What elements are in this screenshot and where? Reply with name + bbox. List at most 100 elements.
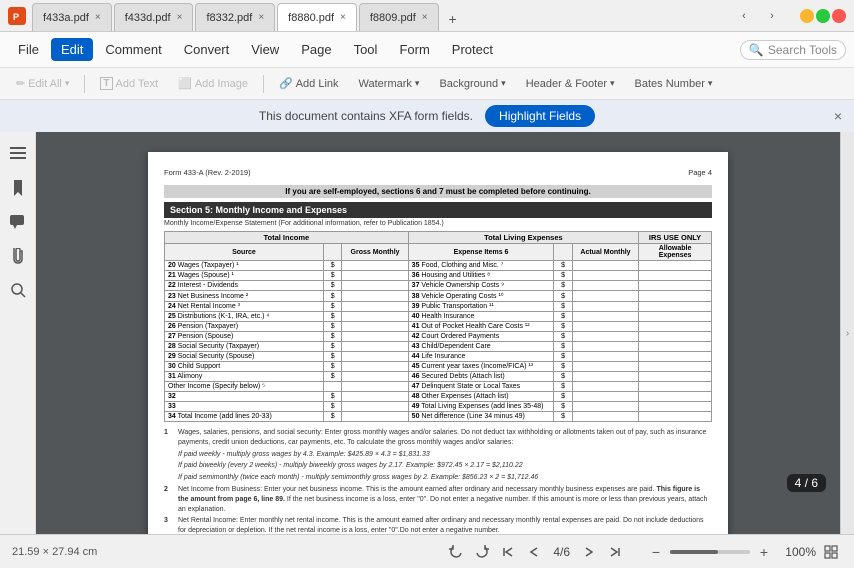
header-footer-chevron: ▾ bbox=[610, 78, 615, 89]
table-row: 30 Child Support$45 Current year taxes (… bbox=[165, 362, 712, 372]
menu-comment[interactable]: Comment bbox=[95, 38, 171, 61]
watermark-button[interactable]: Watermark ▾ bbox=[351, 75, 428, 93]
table-row: 33$49 Total Living Expenses (add lines 3… bbox=[165, 402, 712, 412]
rotate-right-button[interactable] bbox=[471, 541, 493, 563]
footnote-1c: If paid semimonthly (twice each month) -… bbox=[164, 473, 712, 483]
notification-message: This document contains XFA form fields. bbox=[259, 109, 473, 123]
footnote-2: 2 Net Income from Business: Enter your n… bbox=[164, 485, 712, 514]
zoom-out-button[interactable]: − bbox=[646, 542, 666, 562]
notification-bar: This document contains XFA form fields. … bbox=[0, 100, 854, 132]
gross-monthly-col-header: Gross Monthly bbox=[342, 244, 408, 261]
svg-text:P: P bbox=[13, 12, 19, 22]
page-nav: 4/6 bbox=[445, 541, 626, 563]
zoom-slider[interactable] bbox=[670, 550, 750, 554]
doc-page: Form 433-A (Rev. 2-2019) Page 4 If you a… bbox=[148, 152, 728, 534]
title-bar: P f433a.pdf × f433d.pdf × f8332.pdf × f8… bbox=[0, 0, 854, 32]
menu-protect[interactable]: Protect bbox=[442, 38, 503, 61]
table-row: Other Income (Specify below) ⁵47 Delinqu… bbox=[165, 382, 712, 392]
search-sidebar-icon[interactable] bbox=[4, 276, 32, 304]
zoom-slider-fill bbox=[670, 550, 718, 554]
footnote-1: 1 Wages, salaries, pensions, and social … bbox=[164, 428, 712, 448]
rotate-left-button[interactable] bbox=[445, 541, 467, 563]
tab-f8880[interactable]: f8880.pdf × bbox=[277, 3, 357, 31]
close-tab-3[interactable]: × bbox=[258, 12, 264, 23]
first-page-button[interactable] bbox=[497, 541, 519, 563]
link-icon: 🔗 bbox=[279, 77, 293, 90]
minimize-button[interactable]: − bbox=[800, 9, 814, 23]
sidebar-toggle-icon[interactable] bbox=[4, 140, 32, 168]
allowable-expenses-col-header: Allowable Expenses bbox=[639, 244, 712, 261]
close-button[interactable]: × bbox=[832, 9, 846, 23]
add-link-button[interactable]: 🔗 Add Link bbox=[271, 74, 347, 93]
actual-monthly-col-header: Actual Monthly bbox=[572, 244, 638, 261]
last-page-button[interactable] bbox=[604, 541, 626, 563]
right-sidebar-toggle[interactable]: › bbox=[840, 132, 854, 534]
page-indicator-doc: Page 4 bbox=[688, 168, 712, 177]
bookmark-icon[interactable] bbox=[4, 174, 32, 202]
highlight-fields-button[interactable]: Highlight Fields bbox=[485, 105, 595, 127]
prev-page-button[interactable] bbox=[523, 541, 545, 563]
bates-number-button[interactable]: Bates Number ▾ bbox=[627, 75, 721, 93]
menu-tool[interactable]: Tool bbox=[344, 38, 388, 61]
watermark-chevron: ▾ bbox=[415, 78, 420, 89]
source-col-header: Source bbox=[165, 244, 324, 261]
menu-form[interactable]: Form bbox=[389, 38, 439, 61]
edit-toolbar: ✏ Edit All ▾ T Add Text ⬜ Add Image 🔗 Ad… bbox=[0, 68, 854, 100]
footnote-1b: If paid biweekly (every 2 weeks) - multi… bbox=[164, 461, 712, 471]
edit-all-chevron: ▾ bbox=[65, 78, 70, 89]
search-tools[interactable]: 🔍 Search Tools bbox=[740, 40, 846, 60]
page-indicator: 4/6 bbox=[549, 545, 574, 559]
menu-page[interactable]: Page bbox=[291, 38, 341, 61]
left-sidebar bbox=[0, 132, 36, 534]
fit-page-button[interactable] bbox=[820, 541, 842, 563]
comments-icon[interactable] bbox=[4, 208, 32, 236]
header-footer-button[interactable]: Header & Footer ▾ bbox=[518, 75, 623, 93]
table-row: 22 Interest - Dividends$37 Vehicle Owner… bbox=[165, 281, 712, 291]
page-size-info: 21.59 × 27.94 cm bbox=[12, 546, 97, 558]
notification-close[interactable]: × bbox=[834, 108, 842, 124]
tab-f8809[interactable]: f8809.pdf × bbox=[359, 3, 439, 31]
table-row: 20 Wages (Taxpayer) ¹$35 Food, Clothing … bbox=[165, 261, 712, 271]
close-tab-5[interactable]: × bbox=[422, 12, 428, 23]
close-tab-1[interactable]: × bbox=[95, 12, 101, 23]
separator-1 bbox=[84, 75, 85, 93]
total-income-header: Total Income bbox=[165, 232, 409, 244]
close-tab-4[interactable]: × bbox=[340, 12, 346, 23]
search-label: Search Tools bbox=[768, 43, 837, 57]
menu-bar: File Edit Comment Convert View Page Tool… bbox=[0, 32, 854, 68]
background-chevron: ▾ bbox=[501, 78, 506, 89]
doc-viewer[interactable]: Form 433-A (Rev. 2-2019) Page 4 If you a… bbox=[36, 132, 840, 534]
menu-edit[interactable]: Edit bbox=[51, 38, 93, 61]
menu-view[interactable]: View bbox=[241, 38, 289, 61]
income-expense-table: Total Income Total Living Expenses IRS U… bbox=[164, 231, 712, 422]
tab-f433d[interactable]: f433d.pdf × bbox=[114, 3, 194, 31]
dollar-sign-col2 bbox=[554, 244, 573, 261]
form-label: Form 433-A (Rev. 2-2019) bbox=[164, 168, 251, 177]
background-button[interactable]: Background ▾ bbox=[431, 75, 513, 93]
table-row: 26 Pension (Taxpayer)$41 Out of Pocket H… bbox=[165, 322, 712, 332]
bates-chevron: ▾ bbox=[708, 78, 713, 89]
zoom-in-button[interactable]: + bbox=[754, 542, 774, 562]
menu-file[interactable]: File bbox=[8, 38, 49, 61]
table-row: 34 Total Income (add lines 20-33)$50 Net… bbox=[165, 412, 712, 422]
add-tab-button[interactable]: + bbox=[441, 7, 465, 31]
next-page-button[interactable] bbox=[578, 541, 600, 563]
maximize-button[interactable]: □ bbox=[816, 9, 830, 23]
close-tab-2[interactable]: × bbox=[177, 12, 183, 23]
footnotes-section: 1 Wages, salaries, pensions, and social … bbox=[164, 428, 712, 534]
title-controls: ‹ › − □ × bbox=[732, 4, 846, 28]
add-text-button[interactable]: T Add Text bbox=[92, 74, 166, 93]
section-header: Section 5: Monthly Income and Expenses bbox=[164, 202, 712, 218]
separator-2 bbox=[263, 75, 264, 93]
footnote-3: 3 Net Rental Income: Enter monthly net r… bbox=[164, 516, 712, 534]
edit-all-button[interactable]: ✏ Edit All ▾ bbox=[8, 74, 77, 93]
attachments-icon[interactable] bbox=[4, 242, 32, 270]
add-image-button[interactable]: ⬜ Add Image bbox=[170, 74, 256, 93]
tab-f433a[interactable]: f433a.pdf × bbox=[32, 3, 112, 31]
nav-forward[interactable]: › bbox=[760, 4, 784, 28]
menu-convert[interactable]: Convert bbox=[174, 38, 240, 61]
table-row: 25 Distributions (K-1, IRA, etc.) ⁴$40 H… bbox=[165, 312, 712, 322]
search-icon: 🔍 bbox=[749, 43, 764, 57]
tab-f8332[interactable]: f8332.pdf × bbox=[195, 3, 275, 31]
nav-back[interactable]: ‹ bbox=[732, 4, 756, 28]
